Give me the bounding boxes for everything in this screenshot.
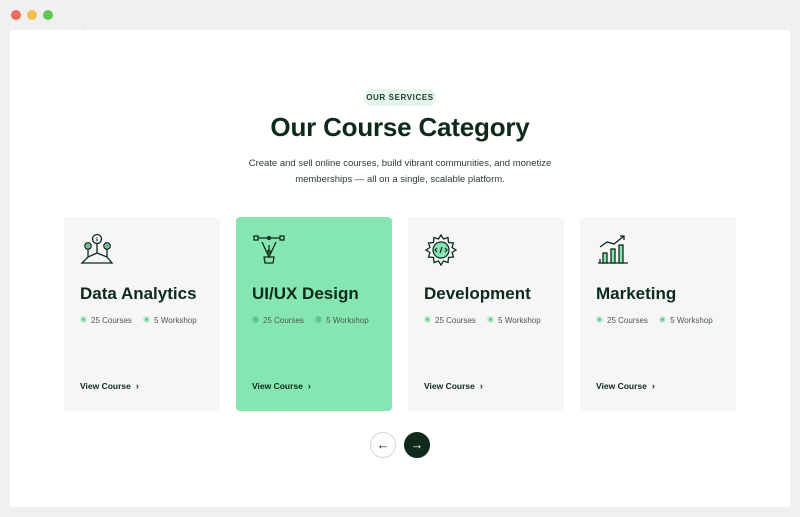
arrow-right-icon: → (410, 437, 424, 452)
view-course-label: View Course (252, 381, 303, 391)
minimize-window-button[interactable] (27, 10, 37, 20)
window-titlebar (0, 0, 800, 30)
section-description: Create and sell online courses, build vi… (248, 158, 552, 185)
view-course-link[interactable]: View Course › (252, 381, 311, 391)
section-heading: Our Course Category (270, 112, 530, 142)
courses-count: 25 Courses (91, 316, 132, 325)
arrow-left-icon: ← (376, 437, 390, 452)
courses-bullet-icon (424, 316, 431, 323)
category-card-development[interactable]: Development 25 Courses 5 Workshop View C… (408, 217, 564, 411)
courses-bullet-icon (80, 316, 87, 323)
chevron-right-icon: › (651, 381, 655, 391)
category-card-ui-ux-design[interactable]: UI/UX Design 25 Courses 5 Workshop View … (236, 217, 392, 411)
card-title: UI/UX Design (252, 284, 359, 303)
view-course-label: View Course (424, 381, 475, 391)
workshop-count: 5 Workshop (154, 316, 197, 325)
carousel-next-button[interactable]: → (404, 432, 430, 458)
card-meta: 25 Courses 5 Workshop (424, 316, 564, 328)
workshop-bullet-icon (487, 316, 495, 323)
workshop-count: 5 Workshop (326, 316, 369, 325)
view-course-link[interactable]: View Course › (80, 381, 139, 391)
card-title: Development (424, 284, 531, 303)
pen-tool-icon (253, 235, 285, 264)
courses-count: 25 Courses (607, 316, 648, 325)
svg-text:$: $ (95, 237, 98, 243)
courses-count: 25 Courses (435, 316, 476, 325)
growth-chart-icon (598, 235, 628, 264)
page-content: ' OUR SERVICES Our Course Category Creat… (10, 29, 790, 507)
view-course-label: View Course (80, 381, 131, 391)
courses-count: 25 Courses (263, 316, 304, 325)
card-title: Marketing (596, 284, 677, 303)
chevron-right-icon: › (307, 381, 311, 391)
view-course-label: View Course (596, 381, 647, 391)
chevron-right-icon: › (479, 381, 483, 391)
close-window-button[interactable] (11, 10, 21, 20)
category-card-marketing[interactable]: Marketing 25 Courses 5 Workshop View Cou… (580, 217, 736, 411)
courses-bullet-icon (252, 316, 259, 323)
decorative-mark: ' (83, 29, 85, 35)
maximize-window-button[interactable] (43, 10, 53, 20)
workshop-bullet-icon (315, 316, 323, 323)
chevron-right-icon: › (135, 381, 139, 391)
card-meta: 25 Courses 5 Workshop (80, 316, 220, 328)
workshop-bullet-icon (659, 316, 667, 323)
courses-bullet-icon (596, 316, 603, 323)
carousel-prev-button[interactable]: ← (370, 432, 396, 458)
code-gear-icon (424, 233, 458, 267)
view-course-link[interactable]: View Course › (424, 381, 483, 391)
card-meta: 25 Courses 5 Workshop (252, 316, 392, 328)
section-eyebrow: OUR SERVICES (364, 89, 436, 106)
pin-network-icon: $ (80, 233, 114, 264)
workshop-bullet-icon (143, 316, 151, 323)
workshop-count: 5 Workshop (498, 316, 541, 325)
workshop-count: 5 Workshop (670, 316, 713, 325)
view-course-link[interactable]: View Course › (596, 381, 655, 391)
card-title: Data Analytics (80, 284, 197, 303)
category-card-data-analytics[interactable]: $ Data Analytics 25 Courses 5 Workshop V… (64, 217, 220, 411)
card-meta: 25 Courses 5 Workshop (596, 316, 736, 328)
